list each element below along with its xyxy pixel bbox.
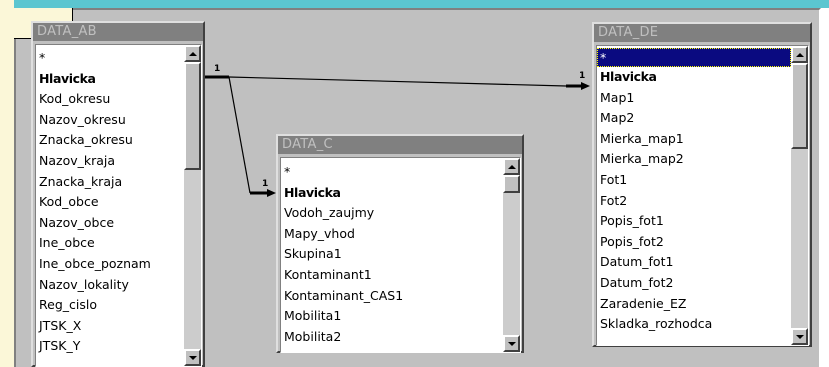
table-data-ab[interactable]: DATA_AB * Hlavicka Kod_okresu Nazov_okresu Z… <box>31 21 205 367</box>
field-all[interactable]: * <box>36 48 184 69</box>
field-item[interactable]: Reg_cislo <box>36 295 184 316</box>
field-item[interactable]: Skupina1 <box>281 244 503 265</box>
table-data-de-field-list[interactable]: * Hlavicka Map1 Map2 Mierka_map1 Mierka_map2 F… <box>596 45 809 346</box>
scroll-up-icon <box>507 164 516 169</box>
field-item[interactable]: Datum_fot1 <box>597 252 791 273</box>
field-item[interactable]: Nazov_obce <box>36 213 184 234</box>
field-all[interactable]: * <box>597 48 791 67</box>
field-item[interactable]: JTSK_X <box>36 316 184 337</box>
top-strip <box>0 0 829 8</box>
table-data-de-title[interactable]: DATA_DE <box>594 24 810 42</box>
field-item[interactable]: Znacka_kraja <box>36 172 184 193</box>
field-item[interactable]: Nazov_kraja <box>36 151 184 172</box>
field-item[interactable]: Map1 <box>597 88 791 109</box>
field-item[interactable]: Kod_okresu <box>36 89 184 110</box>
field-list: * Hlavicka Kod_okresu Nazov_okresu Znacka_ok… <box>36 48 184 357</box>
scroll-up-icon <box>188 51 197 56</box>
field-item[interactable]: Hlavicka <box>597 67 791 88</box>
scroll-down-icon <box>507 341 516 346</box>
field-item[interactable]: Mobilita2 <box>281 327 503 348</box>
field-list: * Hlavicka Vodoh_zaujmy Mapy_vhod Skupina1 Ko… <box>281 162 503 347</box>
field-item[interactable]: Fot1 <box>597 170 791 191</box>
field-item[interactable]: Ine_obce <box>36 233 184 254</box>
vertical-scrollbar[interactable] <box>791 46 808 345</box>
scroll-thumb[interactable] <box>184 62 201 170</box>
field-item[interactable]: Vodoh_zaujmy <box>281 203 503 224</box>
field-item[interactable]: Nazov_okresu <box>36 110 184 131</box>
field-item[interactable]: Skladka_rozhodca <box>597 314 791 335</box>
field-item[interactable]: Mapy_vhod <box>281 224 503 245</box>
field-item[interactable]: Mobilita1 <box>281 306 503 327</box>
scroll-down-button[interactable] <box>184 349 201 366</box>
field-item[interactable]: Mierka_map1 <box>597 129 791 150</box>
table-data-c-title[interactable]: DATA_C <box>278 136 522 154</box>
field-all[interactable]: * <box>281 162 503 183</box>
field-item[interactable]: Nazov_lokality <box>36 275 184 296</box>
vertical-scrollbar[interactable] <box>184 45 201 366</box>
field-item[interactable]: JTSK_Y <box>36 336 184 357</box>
scroll-down-icon <box>795 334 804 339</box>
field-list: * Hlavicka Map1 Map2 Mierka_map1 Mierka_map2 F… <box>597 48 791 335</box>
field-item[interactable]: Ine_obce_poznam <box>36 254 184 275</box>
field-item[interactable]: Map2 <box>597 108 791 129</box>
table-data-de[interactable]: DATA_DE * Hlavicka Map1 Map2 Mierka_map1 Mier… <box>592 22 812 347</box>
field-item[interactable]: Kontaminant1 <box>281 265 503 286</box>
field-item[interactable]: Popis_fot1 <box>597 211 791 232</box>
field-item[interactable]: Hlavicka <box>281 183 503 204</box>
scroll-down-button[interactable] <box>503 335 520 352</box>
table-data-ab-field-list[interactable]: * Hlavicka Kod_okresu Nazov_okresu Znacka_ok… <box>35 44 202 367</box>
field-item[interactable]: Zaradenie_EZ <box>597 294 791 315</box>
scroll-thumb[interactable] <box>791 63 808 149</box>
scroll-down-icon <box>188 355 197 360</box>
left-strip <box>0 0 14 367</box>
field-item[interactable]: Datum_fot2 <box>597 273 791 294</box>
field-item[interactable]: Kontaminant_CAS1 <box>281 286 503 307</box>
field-item[interactable]: Hlavicka <box>36 69 184 90</box>
vertical-scrollbar[interactable] <box>503 158 520 352</box>
scroll-up-icon <box>795 52 804 57</box>
field-item[interactable]: Fot2 <box>597 191 791 212</box>
field-item[interactable]: Mierka_map2 <box>597 149 791 170</box>
scroll-up-button[interactable] <box>791 46 808 63</box>
scroll-up-button[interactable] <box>184 45 201 62</box>
field-item[interactable]: Popis_fot2 <box>597 232 791 253</box>
scroll-up-button[interactable] <box>503 158 520 175</box>
table-data-c-field-list[interactable]: * Hlavicka Vodoh_zaujmy Mapy_vhod Skupina1 Ko… <box>280 157 521 353</box>
scroll-down-button[interactable] <box>791 328 808 345</box>
scroll-thumb[interactable] <box>503 175 520 193</box>
table-data-c[interactable]: DATA_C * Hlavicka Vodoh_zaujmy Mapy_vhod Sku… <box>276 134 524 353</box>
field-item[interactable]: Znacka_okresu <box>36 130 184 151</box>
field-item[interactable]: Kod_obce <box>36 192 184 213</box>
table-data-ab-title[interactable]: DATA_AB <box>33 23 203 41</box>
